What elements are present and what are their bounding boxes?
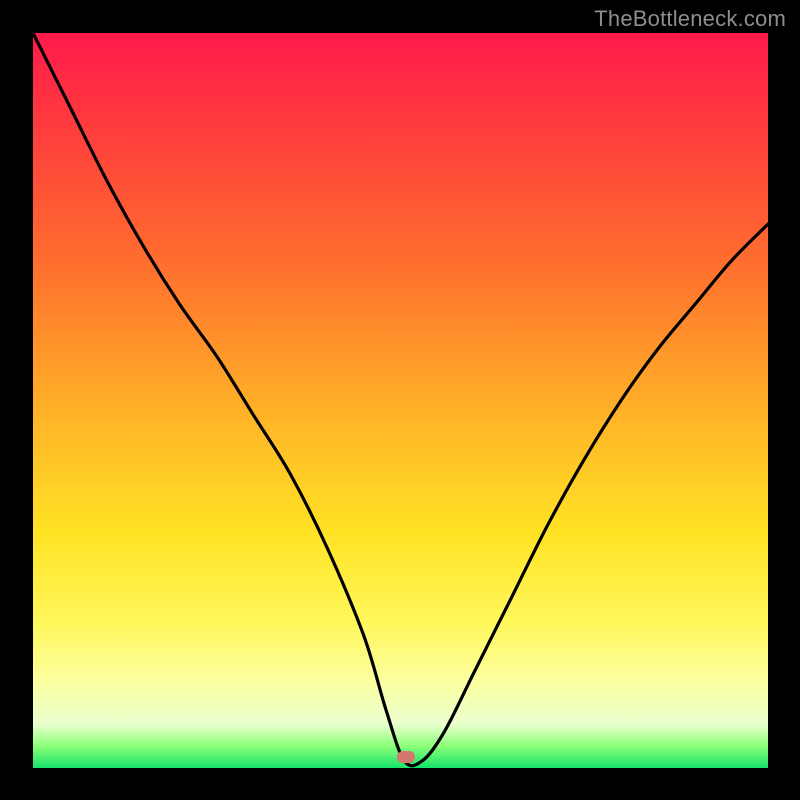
- chart-stage: TheBottleneck.com: [0, 0, 800, 800]
- plot-area: [33, 33, 768, 768]
- bottleneck-curve: [33, 33, 768, 768]
- optimum-marker: [397, 751, 415, 763]
- watermark-text: TheBottleneck.com: [594, 6, 786, 32]
